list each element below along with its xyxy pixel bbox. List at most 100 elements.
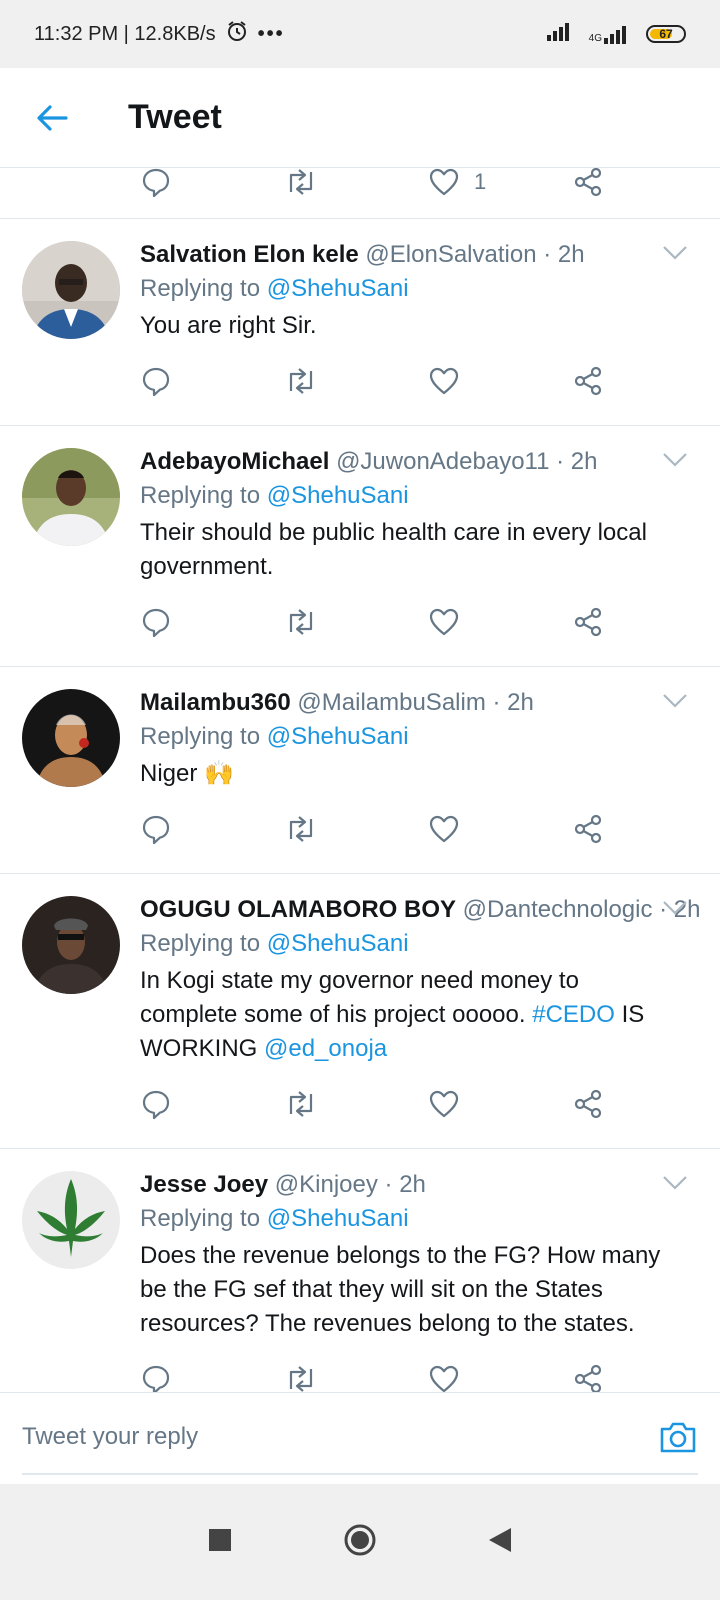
status-time-speed: 11:32 PM | 12.8KB/s — [34, 22, 216, 45]
reply-icon — [140, 1088, 172, 1120]
user-name[interactable]: Mailambu360 — [140, 689, 291, 716]
tweet-header: Jesse Joey @Kinjoey · 2h — [140, 1169, 680, 1201]
reply-composer: Tweet your reply — [0, 1392, 720, 1485]
network-signal-icon: 4G — [589, 24, 632, 44]
chevron-down-icon[interactable] — [662, 245, 688, 266]
chevron-down-icon[interactable] — [662, 452, 688, 473]
mention-link[interactable]: @ShehuSani — [267, 723, 409, 750]
like-button[interactable] — [428, 809, 460, 849]
avatar[interactable] — [22, 448, 120, 546]
retweet-icon — [284, 606, 318, 638]
share-button[interactable] — [572, 602, 604, 642]
user-handle-time: @JuwonAdebayo11 · 2h — [336, 448, 598, 475]
page-title: Tweet — [128, 98, 222, 136]
reply-icon — [140, 168, 172, 198]
like-icon — [428, 607, 460, 637]
share-button[interactable] — [572, 361, 604, 401]
signal-icon — [546, 21, 575, 47]
reply-button[interactable] — [140, 602, 172, 642]
input-underline — [22, 1473, 698, 1475]
like-icon — [428, 1089, 460, 1119]
replying-label: Replying to — [140, 1205, 261, 1232]
tweet-item[interactable]: Salvation Elon kele @ElonSalvation · 2h … — [0, 219, 720, 426]
tweet-item[interactable]: Mailambu360 @MailambuSalim · 2h Replying… — [0, 667, 720, 874]
alarm-icon — [226, 20, 248, 48]
like-button[interactable] — [428, 602, 460, 642]
status-bar: 11:32 PM | 12.8KB/s ••• 4G 67 — [0, 0, 720, 68]
tweet-text: Their should be public health care in ev… — [140, 519, 647, 580]
avatar[interactable] — [22, 689, 120, 787]
tweet-actions — [0, 596, 720, 650]
like-icon — [428, 168, 460, 197]
reply-icon — [140, 365, 172, 397]
tweet-actions — [0, 803, 720, 857]
tweet-header: Salvation Elon kele @ElonSalvation · 2h — [140, 239, 680, 271]
tweet-text: You are right Sir. — [140, 312, 317, 339]
share-icon — [572, 1088, 604, 1120]
reply-feed[interactable]: 1 Salvation Elon kele @ElonSalvation · 2… — [0, 168, 720, 1420]
chevron-down-icon[interactable] — [662, 693, 688, 714]
retweet-button[interactable] — [284, 1084, 318, 1124]
nav-home-icon[interactable] — [343, 1523, 377, 1562]
tweet-item[interactable]: OGUGU OLAMABORO BOY @Dantechnologic · 2h… — [0, 874, 720, 1149]
nav-back-icon[interactable] — [487, 1526, 513, 1559]
nav-square-icon[interactable] — [207, 1527, 233, 1558]
reply-input[interactable]: Tweet your reply — [22, 1423, 198, 1451]
share-button[interactable] — [572, 809, 604, 849]
avatar[interactable] — [22, 241, 120, 339]
mention-link[interactable]: @ShehuSani — [267, 275, 409, 302]
retweet-button[interactable] — [284, 602, 318, 642]
mention-link[interactable]: @ShehuSani — [267, 930, 409, 957]
camera-icon[interactable] — [658, 1419, 698, 1460]
replying-label: Replying to — [140, 275, 261, 302]
retweet-icon — [284, 168, 318, 198]
retweet-icon — [284, 365, 318, 397]
mention-link[interactable]: @ShehuSani — [267, 1205, 409, 1232]
network-label: 4G — [588, 33, 602, 44]
back-arrow-icon[interactable] — [30, 96, 74, 140]
mention-link[interactable]: @ed_onoja — [264, 1035, 387, 1062]
retweet-button[interactable] — [284, 809, 318, 849]
tweet-item[interactable]: Jesse Joey @Kinjoey · 2h Replying to @Sh… — [0, 1149, 720, 1420]
reply-button[interactable] — [140, 1084, 172, 1124]
reply-icon — [140, 813, 172, 845]
share-icon — [572, 1363, 604, 1395]
tweet-header: OGUGU OLAMABORO BOY @Dantechnologic · 2h — [140, 894, 701, 926]
tweet-header: Mailambu360 @MailambuSalim · 2h — [140, 687, 680, 719]
reply-button[interactable] — [140, 361, 172, 401]
share-button[interactable] — [572, 168, 604, 202]
retweet-button[interactable] — [284, 168, 318, 202]
retweet-button[interactable] — [284, 361, 318, 401]
user-name[interactable]: OGUGU OLAMABORO BOY — [140, 896, 456, 923]
user-handle-time: @ElonSalvation · 2h — [365, 241, 585, 268]
tweet-actions — [0, 355, 720, 409]
reply-button[interactable] — [140, 809, 172, 849]
system-nav-bar — [0, 1484, 720, 1600]
hashtag-link[interactable]: #CEDO — [532, 1001, 615, 1028]
reply-button[interactable] — [140, 168, 172, 202]
chevron-down-icon[interactable] — [662, 900, 688, 921]
chevron-down-icon[interactable] — [662, 1175, 688, 1196]
user-name[interactable]: Salvation Elon kele — [140, 241, 359, 268]
share-icon — [572, 168, 604, 198]
replying-to: Replying to @ShehuSani — [140, 926, 680, 962]
like-button[interactable] — [428, 361, 460, 401]
tweet-item[interactable]: AdebayoMichael @JuwonAdebayo11 · 2h Repl… — [0, 426, 720, 667]
more-dots: ••• — [257, 22, 285, 45]
share-button[interactable] — [572, 1084, 604, 1124]
reply-icon — [140, 606, 172, 638]
mention-link[interactable]: @ShehuSani — [267, 482, 409, 509]
replying-to: Replying to @ShehuSani — [140, 719, 680, 755]
like-button[interactable] — [428, 1084, 460, 1124]
avatar[interactable] — [22, 1171, 120, 1269]
user-name[interactable]: AdebayoMichael — [140, 448, 329, 475]
avatar[interactable] — [22, 896, 120, 994]
like-icon — [428, 366, 460, 396]
user-name[interactable]: Jesse Joey — [140, 1171, 268, 1198]
replying-label: Replying to — [140, 930, 261, 957]
replying-label: Replying to — [140, 723, 261, 750]
like-button[interactable]: 1 — [428, 168, 486, 202]
share-icon — [572, 365, 604, 397]
share-icon — [572, 606, 604, 638]
reply-icon — [140, 1363, 172, 1395]
